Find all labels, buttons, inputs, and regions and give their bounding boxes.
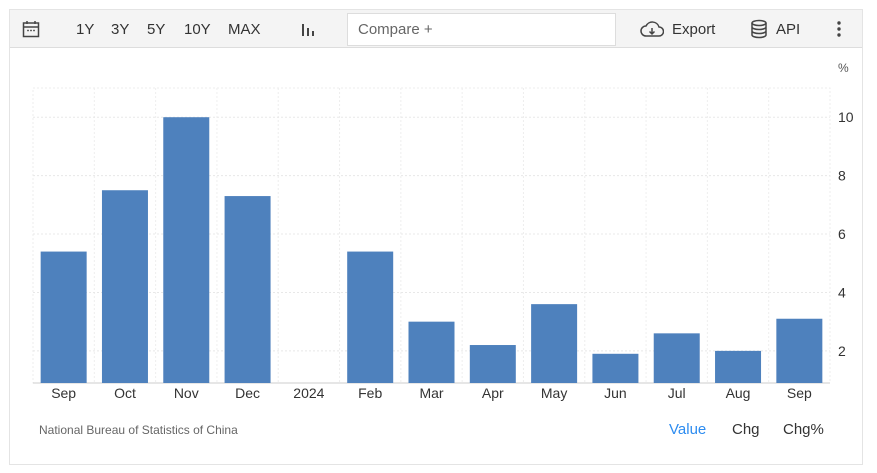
x-tick-label: Mar — [419, 385, 443, 401]
bar-aug — [715, 350, 762, 383]
y-axis-unit: % — [838, 61, 849, 75]
x-tick-label: 2024 — [293, 385, 324, 401]
x-tick-label: Dec — [235, 385, 260, 401]
x-tick-label: Feb — [358, 385, 382, 401]
x-tick-label: Aug — [726, 385, 751, 401]
x-tick-label: Oct — [114, 385, 136, 401]
y-tick-label: 10 — [838, 109, 854, 125]
bar-apr — [469, 345, 516, 383]
y-tick-label: 2 — [838, 343, 846, 359]
tab-value[interactable]: Value — [669, 421, 706, 438]
tab-chg-pct[interactable]: Chg% — [783, 421, 824, 438]
x-tick-label: Apr — [482, 385, 504, 401]
bar-oct — [101, 190, 148, 383]
bar-chart: 2 4 6 8 10 Sep Oct Nov Dec 2024 Feb Mar Apr May Jun Jul… — [32, 61, 854, 401]
bar-feb — [347, 251, 394, 383]
bar-may — [531, 304, 578, 383]
source-label: National Bureau of Statistics of China — [39, 423, 238, 437]
tab-chg[interactable]: Chg — [732, 421, 760, 438]
x-tick-label: Nov — [174, 385, 199, 401]
bar-jul — [653, 333, 700, 383]
bar-nov — [163, 117, 210, 384]
bar-mar — [408, 321, 455, 383]
x-tick-label: Sep — [51, 385, 76, 401]
x-tick-label: May — [541, 385, 567, 401]
x-tick-label: Sep — [787, 385, 812, 401]
bar-sep — [776, 318, 823, 383]
x-tick-label: Jun — [604, 385, 627, 401]
y-tick-label: 8 — [838, 168, 846, 184]
x-tick-label: Jul — [668, 385, 686, 401]
y-tick-label: 4 — [838, 284, 846, 300]
bar-jun — [592, 353, 639, 383]
bar-sep — [40, 251, 87, 383]
y-tick-label: 6 — [838, 226, 846, 242]
bar-dec — [224, 196, 271, 383]
